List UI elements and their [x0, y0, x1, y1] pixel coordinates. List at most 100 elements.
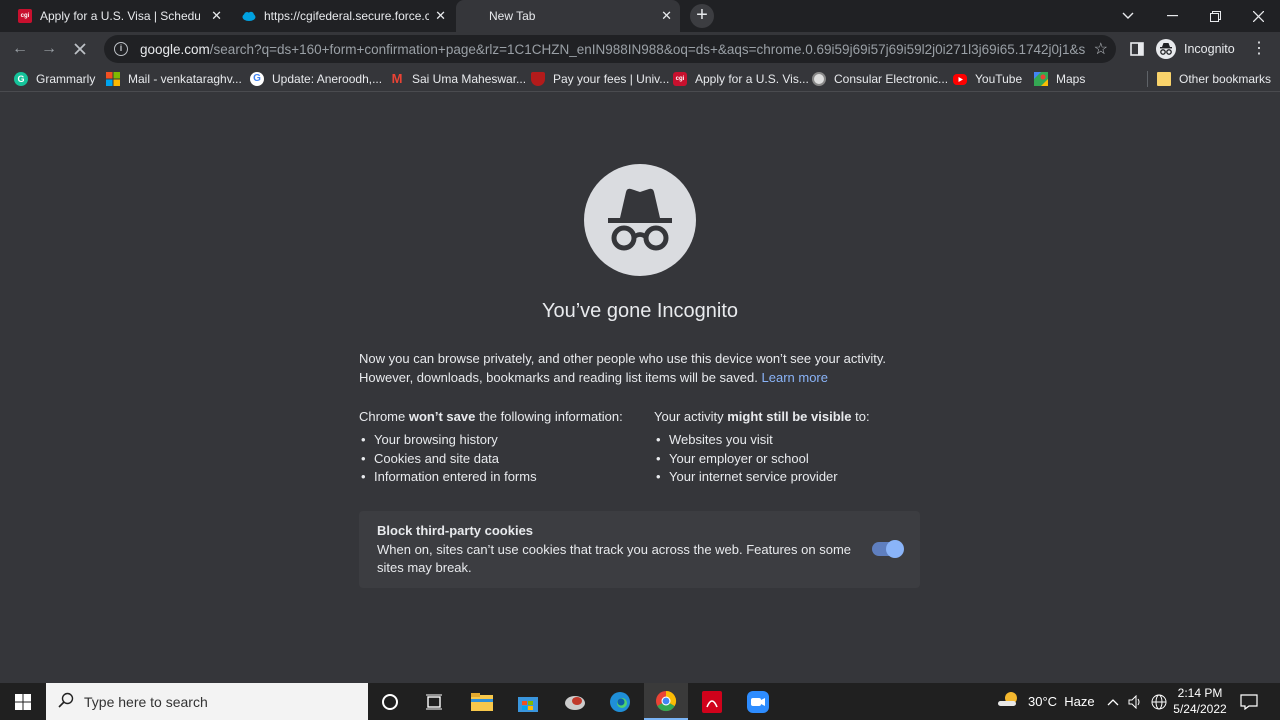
file-explorer-icon[interactable]	[468, 688, 496, 716]
youtube-icon	[953, 73, 967, 85]
tab-search-icon[interactable]	[1106, 0, 1150, 32]
close-icon[interactable]: ✕	[661, 8, 672, 24]
bookmark-visa[interactable]: cgi Apply for a U.S. Vis...	[673, 70, 809, 88]
list-item: Cookies and site data	[359, 450, 623, 469]
list-item: Your browsing history	[359, 431, 623, 450]
tab-visa[interactable]: cgi Apply for a U.S. Visa | Schedule/C ✕	[8, 0, 230, 32]
taskbar-search-box[interactable]: Type here to search	[46, 683, 368, 720]
close-window-button[interactable]	[1236, 0, 1280, 32]
other-bookmarks[interactable]: Other bookmarks	[1157, 70, 1271, 88]
tab-title: https://cgifederal.secure.force.co	[264, 9, 429, 23]
tab-title: New Tab	[489, 9, 536, 23]
microsoft-store-icon[interactable]	[514, 688, 542, 716]
third-party-cookies-card: Block third-party cookies When on, sites…	[359, 511, 920, 588]
taskbar-clock[interactable]: 2:14 PM 5/24/2022	[1170, 685, 1230, 717]
list-item: Websites you visit	[654, 431, 870, 450]
tab-title: Apply for a U.S. Visa | Schedule/C	[40, 9, 200, 23]
page-title: You’ve gone Incognito	[541, 300, 739, 322]
cortana-icon[interactable]	[376, 688, 404, 716]
tab-strip: cgi Apply for a U.S. Visa | Schedule/C ✕…	[0, 0, 1280, 32]
menu-kebab-icon[interactable]: ⋮	[1248, 38, 1270, 60]
acrobat-icon[interactable]	[698, 688, 726, 716]
bookmark-label: Consular Electronic...	[834, 72, 949, 86]
chrome-taskbar-button[interactable]	[644, 683, 688, 720]
windows-start-icon[interactable]	[0, 683, 46, 720]
profile-label: Incognito	[1184, 42, 1235, 56]
bookmark-label: Sai Uma Maheswar...	[412, 72, 527, 86]
google-icon: G	[250, 72, 264, 86]
close-icon[interactable]: ✕	[211, 8, 222, 24]
weather-text: 30°C Haze	[1028, 694, 1095, 709]
intro-text: Now you can browse privately, and other …	[359, 351, 887, 385]
weather-widget[interactable]: 30°C Haze	[998, 683, 1095, 720]
task-view-icon[interactable]	[420, 688, 448, 716]
search-placeholder: Type here to search	[84, 693, 208, 710]
bookmark-label: Grammarly	[36, 72, 96, 86]
university-shield-icon	[531, 72, 545, 86]
column-header: Chrome won’t save the following informat…	[359, 409, 623, 424]
bookmark-label: Other bookmarks	[1179, 72, 1272, 86]
bookmark-consular[interactable]: Consular Electronic...	[812, 70, 948, 88]
salesforce-cloud-icon	[242, 9, 256, 23]
state-seal-icon	[812, 72, 826, 86]
chevron-up-icon[interactable]	[1107, 683, 1119, 720]
bookmark-update[interactable]: G Update: Aneroodh,...	[250, 70, 382, 88]
bookmark-mail[interactable]: Mail - venkataraghv...	[106, 70, 242, 88]
search-icon	[58, 692, 74, 711]
microsoft-icon	[106, 72, 120, 86]
network-globe-icon[interactable]	[1151, 683, 1167, 720]
list-item: Your internet service provider	[654, 468, 870, 487]
grammarly-icon: G	[14, 72, 28, 86]
incognito-ntp: You’ve gone Incognito Now you can browse…	[0, 92, 1280, 683]
bookmark-youtube[interactable]: YouTube	[953, 70, 1022, 88]
column-header: Your activity might still be visible to:	[654, 409, 870, 424]
block-cookies-toggle[interactable]	[872, 540, 904, 558]
clock-date: 5/24/2022	[1173, 702, 1227, 716]
might-be-visible-column: Your activity might still be visible to:…	[654, 409, 870, 487]
cookies-title: Block third-party cookies	[377, 523, 534, 538]
cgi-icon: cgi	[673, 72, 687, 86]
list-item: Your employer or school	[654, 450, 870, 469]
tab-cgifederal[interactable]: https://cgifederal.secure.force.co ✕	[232, 0, 454, 32]
maps-icon	[1034, 72, 1048, 86]
wont-save-column: Chrome won’t save the following informat…	[359, 409, 623, 487]
cookies-description: When on, sites can’t use cookies that tr…	[377, 541, 852, 576]
side-panel-icon[interactable]	[1126, 38, 1148, 60]
chrome-icon	[656, 690, 677, 712]
zoom-icon[interactable]	[744, 688, 772, 716]
minimize-button[interactable]	[1150, 0, 1194, 32]
forward-arrow-icon[interactable]: →	[38, 38, 60, 60]
new-tab-button[interactable]: +	[690, 4, 714, 28]
cgi-icon: cgi	[18, 9, 32, 23]
bookmark-label: Pay your fees | Univ...	[553, 72, 670, 86]
edge-icon[interactable]	[606, 688, 634, 716]
bookmark-gmail[interactable]: M Sai Uma Maheswar...	[390, 70, 526, 88]
bookmarks-divider	[1147, 71, 1148, 87]
toggle-knob	[886, 540, 904, 558]
learn-more-link[interactable]: Learn more	[762, 370, 828, 385]
bookmark-star-icon[interactable]: ☆	[1094, 39, 1108, 59]
incognito-icon	[1156, 39, 1176, 59]
app-icon[interactable]	[561, 688, 589, 716]
close-icon[interactable]: ✕	[435, 8, 446, 24]
browser-toolbar: ← → i google.com/search?q=ds+160+form+co…	[0, 32, 1280, 66]
bookmark-label: Maps	[1056, 72, 1086, 86]
back-arrow-icon[interactable]: ←	[9, 38, 31, 60]
stop-loading-icon[interactable]	[69, 38, 91, 60]
bookmark-label: Mail - venkataraghv...	[128, 72, 242, 86]
incognito-icon	[584, 164, 696, 276]
bookmark-fees[interactable]: Pay your fees | Univ...	[531, 70, 669, 88]
tab-new-tab[interactable]: New Tab ✕	[456, 0, 680, 32]
list-item: Information entered in forms	[359, 468, 623, 487]
bookmarks-bar: G Grammarly Mail - venkataraghv... G Upd…	[0, 66, 1280, 92]
bookmark-maps[interactable]: Maps	[1034, 70, 1085, 88]
gmail-icon: M	[391, 71, 403, 86]
restore-button[interactable]	[1193, 0, 1237, 32]
notifications-icon[interactable]	[1240, 683, 1258, 720]
incognito-profile-button[interactable]: Incognito	[1156, 38, 1235, 60]
site-info-icon[interactable]: i	[114, 42, 128, 56]
address-bar[interactable]: i google.com/search?q=ds+160+form+confir…	[104, 35, 1116, 63]
bookmark-grammarly[interactable]: G Grammarly	[14, 70, 95, 88]
windows-taskbar: Type here to search 30°C Haze 2:14 PM 5/…	[0, 683, 1280, 720]
speaker-icon[interactable]	[1128, 683, 1144, 720]
